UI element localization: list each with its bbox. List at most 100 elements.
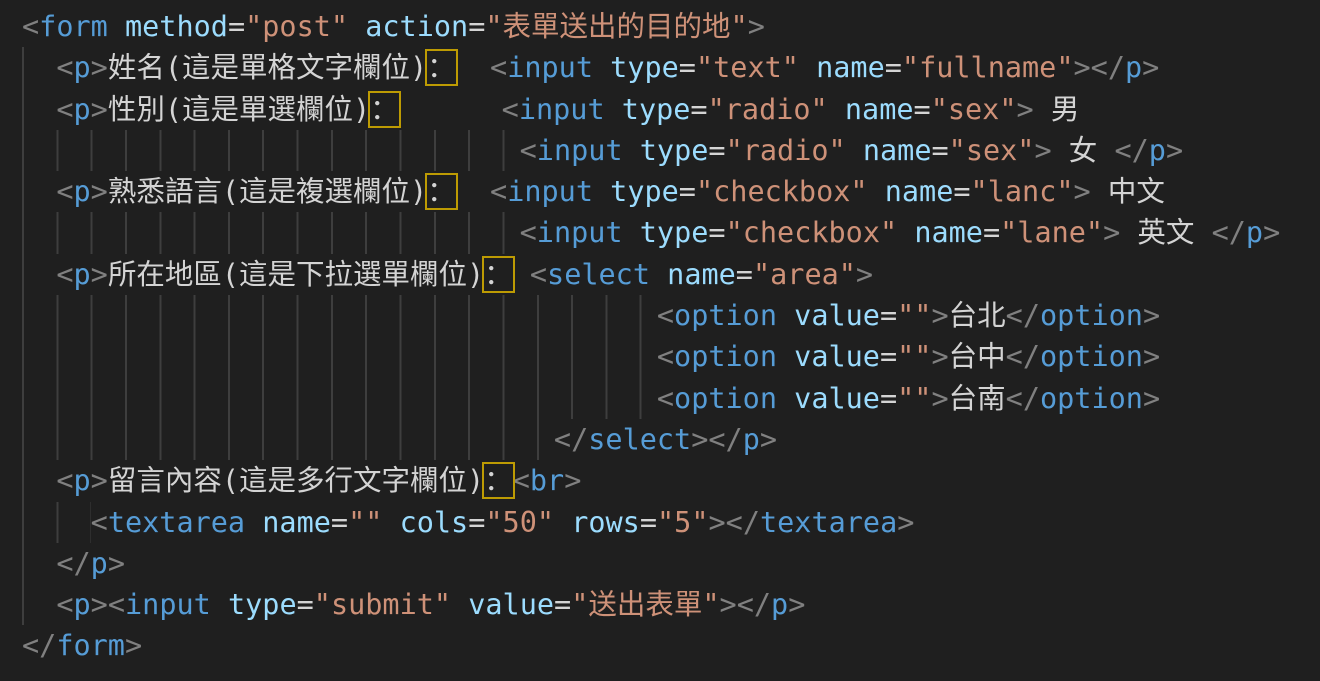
token-attribute-name: value [468, 588, 554, 621]
token-punctuation: </ [1006, 340, 1040, 373]
ambiguous-character-highlight: ： [427, 175, 456, 208]
token-punctuation: ></ [691, 423, 742, 456]
token-whitespace [211, 588, 228, 621]
token-tag-name: p [74, 464, 91, 497]
code-editor[interactable]: <form method="post" action="表單送出的目的地"> <… [0, 0, 1320, 681]
code-line-11[interactable]: </select></p> [22, 419, 1320, 460]
token-punctuation: > [1074, 175, 1091, 208]
token-tag-name: p [1246, 216, 1263, 249]
token-attribute-value: "" [897, 299, 931, 332]
token-punctuation: > [931, 299, 948, 332]
token-punctuation: < [520, 134, 537, 167]
code-line-12[interactable]: <p>留言內容(這是多行文字欄位)：<br> [22, 460, 1320, 501]
code-line-16[interactable]: </form> [22, 625, 1320, 666]
token-punctuation: ></ [709, 506, 760, 539]
token-punctuation: > [856, 258, 873, 291]
token-plain-text: 性別(這是單選欄位) [108, 93, 370, 126]
token-punctuation: < [56, 588, 73, 621]
token-attribute-value: "表單送出的目的地" [485, 10, 747, 43]
token-punctuation: > [91, 175, 108, 208]
token-punctuation: < [490, 51, 507, 84]
token-punctuation: > [897, 506, 914, 539]
token-tag-name: input [537, 216, 623, 249]
token-punctuation: > [91, 51, 108, 84]
code-line-14[interactable]: </p> [22, 543, 1320, 584]
code-line-1[interactable]: <form method="post" action="表單送出的目的地"> [22, 6, 1320, 47]
token-punctuation: < [56, 258, 73, 291]
token-equals: = [228, 10, 245, 43]
token-attribute-value: "送出表單" [571, 588, 719, 621]
token-punctuation: > [108, 547, 125, 580]
token-whitespace [22, 423, 554, 456]
token-tag-name: p [74, 93, 91, 126]
token-attribute-name: name [885, 175, 954, 208]
token-plain-text: 留言內容(這是多行文字欄位) [108, 464, 484, 497]
token-whitespace [22, 258, 56, 291]
code-line-15[interactable]: <p><input type="submit" value="送出表單"></p… [22, 584, 1320, 625]
code-line-4[interactable]: <input type="radio" name="sex"> 女 </p> [22, 130, 1320, 171]
token-attribute-name: value [794, 382, 880, 415]
token-attribute-value: "checkbox" [726, 216, 898, 249]
token-attribute-name: cols [400, 506, 469, 539]
token-punctuation: > [760, 423, 777, 456]
code-line-5[interactable]: <p>熟悉語言(這是複選欄位)： <input type="checkbox" … [22, 171, 1320, 212]
token-tag-name: p [1125, 51, 1142, 84]
token-punctuation: > [1034, 134, 1051, 167]
token-equals: = [953, 175, 970, 208]
token-equals: = [880, 382, 897, 415]
token-punctuation: </ [1006, 382, 1040, 415]
token-punctuation: < [657, 299, 674, 332]
token-punctuation: > [788, 588, 805, 621]
token-plain-text: 台中 [949, 340, 1006, 373]
token-punctuation: </ [554, 423, 588, 456]
token-punctuation: < [56, 464, 73, 497]
token-tag-name: p [74, 588, 91, 621]
token-attribute-name: type [610, 51, 679, 84]
token-attribute-name: type [610, 175, 679, 208]
token-punctuation: < [56, 93, 73, 126]
token-whitespace [108, 10, 125, 43]
token-equals: = [983, 216, 1000, 249]
token-whitespace [22, 93, 56, 126]
token-attribute-value: "sex" [949, 134, 1035, 167]
code-line-2[interactable]: <p>姓名(這是單格文字欄位)： <input type="text" name… [22, 47, 1320, 88]
token-plain-text: 女 [1052, 134, 1115, 167]
token-equals: = [885, 51, 902, 84]
token-whitespace [868, 175, 885, 208]
token-tag-name: input [519, 93, 605, 126]
token-whitespace [22, 216, 520, 249]
token-whitespace [513, 258, 530, 291]
token-punctuation: < [91, 506, 108, 539]
code-line-6[interactable]: <input type="checkbox" name="lane"> 英文 <… [22, 212, 1320, 253]
token-punctuation: > [1263, 216, 1280, 249]
token-attribute-name: type [640, 134, 709, 167]
ambiguous-character-highlight: ： [370, 93, 399, 126]
token-tag-name: br [530, 464, 564, 497]
code-line-3[interactable]: <p>性別(這是單選欄位)： <input type="radio" name=… [22, 89, 1320, 130]
token-equals: = [736, 258, 753, 291]
token-whitespace [456, 51, 490, 84]
code-line-13[interactable]: <textarea name="" cols="50" rows="5"></t… [22, 502, 1320, 543]
token-whitespace [593, 51, 610, 84]
code-line-7[interactable]: <p>所在地區(這是下拉選單欄位)： <select name="area"> [22, 254, 1320, 295]
token-plain-text: 男 [1034, 93, 1080, 126]
token-whitespace [22, 464, 56, 497]
token-attribute-value: "radio" [708, 93, 828, 126]
code-line-10[interactable]: <option value="">台南</option> [22, 378, 1320, 419]
token-plain-text: 所在地區(這是下拉選單欄位) [108, 258, 484, 291]
token-equals: = [554, 588, 571, 621]
token-punctuation: < [22, 10, 39, 43]
token-whitespace [828, 93, 845, 126]
token-attribute-name: type [640, 216, 709, 249]
token-attribute-name: name [667, 258, 736, 291]
token-punctuation: < [490, 175, 507, 208]
code-line-9[interactable]: <option value="">台中</option> [22, 336, 1320, 377]
token-whitespace [605, 93, 622, 126]
token-tag-name: p [74, 175, 91, 208]
token-tag-name: input [507, 51, 593, 84]
token-punctuation: < [657, 382, 674, 415]
token-plain-text: 英文 [1120, 216, 1211, 249]
code-line-8[interactable]: <option value="">台北</option> [22, 295, 1320, 336]
token-equals: = [880, 340, 897, 373]
token-whitespace [22, 51, 56, 84]
